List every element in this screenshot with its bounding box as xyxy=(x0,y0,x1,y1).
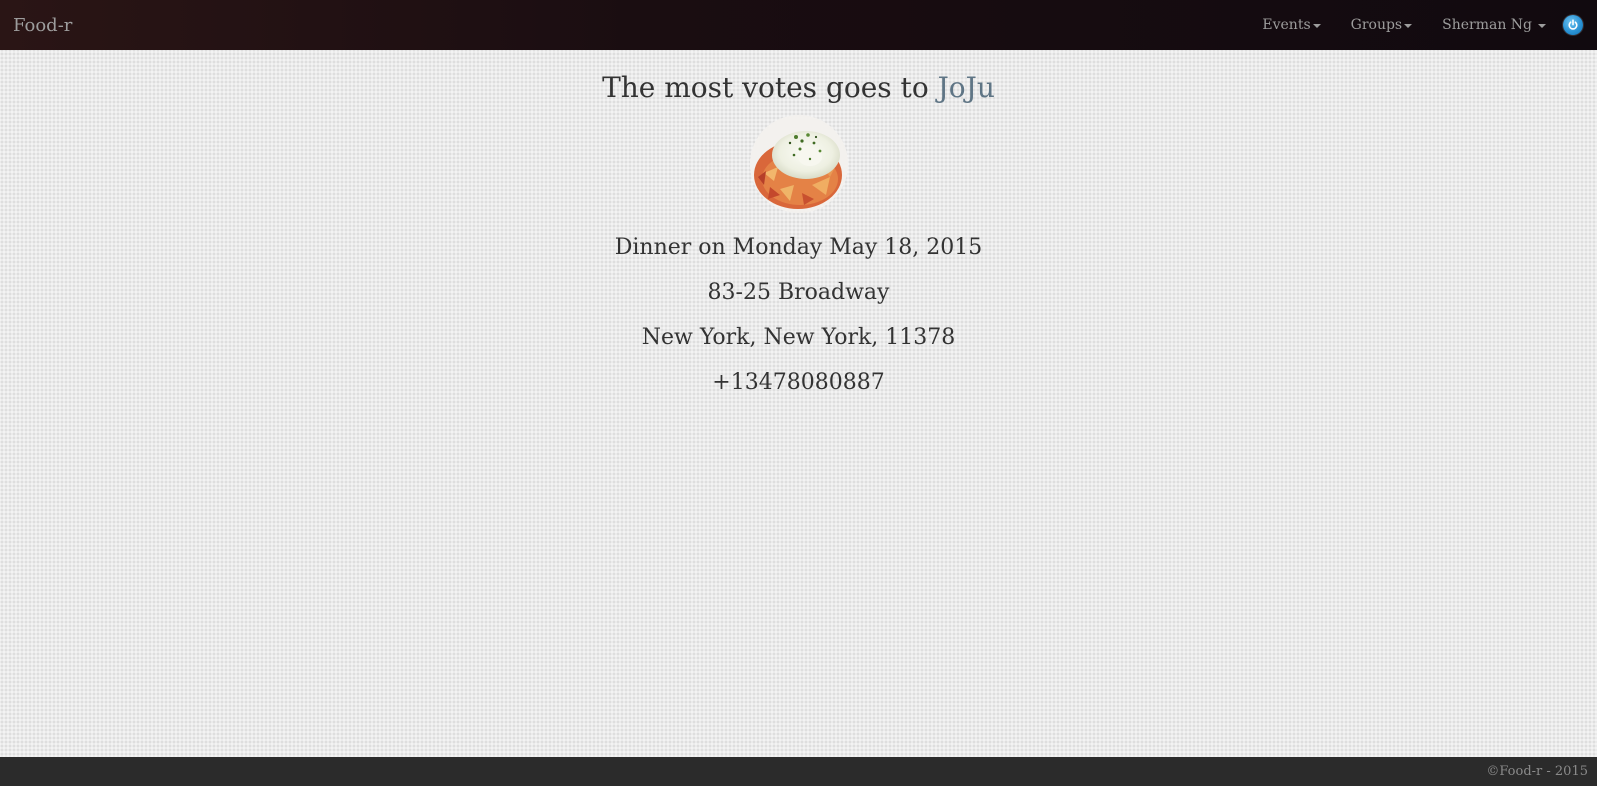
user-name-label: Sherman Ng xyxy=(1442,17,1532,33)
footer-copyright: ©Food-r - 2015 xyxy=(1486,764,1588,779)
meal-date: Dinner on Monday May 18, 2015 xyxy=(614,235,983,260)
events-dropdown[interactable]: Events xyxy=(1247,0,1335,50)
groups-dropdown-label: Groups xyxy=(1350,17,1403,33)
address-city: New York, New York, 11378 xyxy=(641,325,956,350)
navbar-right: Events Groups Sherman Ng xyxy=(1247,0,1583,50)
caret-down-icon xyxy=(1404,24,1413,28)
phone-number: +13478080887 xyxy=(712,370,885,395)
brand-logo-link[interactable]: Food-r xyxy=(13,15,72,36)
user-menu-dropdown[interactable]: Sherman Ng xyxy=(1427,0,1561,50)
events-dropdown-label: Events xyxy=(1262,17,1311,33)
food-photo-image xyxy=(749,115,848,213)
result-headline: The most votes goes to JoJu xyxy=(0,71,1597,105)
groups-dropdown[interactable]: Groups xyxy=(1336,0,1427,50)
headline-text: The most votes goes to xyxy=(602,71,938,104)
restaurant-link[interactable]: JoJu xyxy=(938,71,995,104)
caret-down-icon xyxy=(1312,24,1321,28)
navbar: Food-r Events Groups Sherman Ng xyxy=(0,0,1597,50)
main-content: The most votes goes to JoJu Dinner on Mo… xyxy=(0,50,1597,398)
footer: ©Food-r - 2015 xyxy=(0,757,1597,786)
caret-down-icon xyxy=(1538,24,1546,28)
address-street: 83-25 Broadway xyxy=(707,280,890,305)
restaurant-photo xyxy=(749,115,848,213)
power-icon[interactable] xyxy=(1563,15,1583,35)
power-symbol xyxy=(1568,19,1578,30)
